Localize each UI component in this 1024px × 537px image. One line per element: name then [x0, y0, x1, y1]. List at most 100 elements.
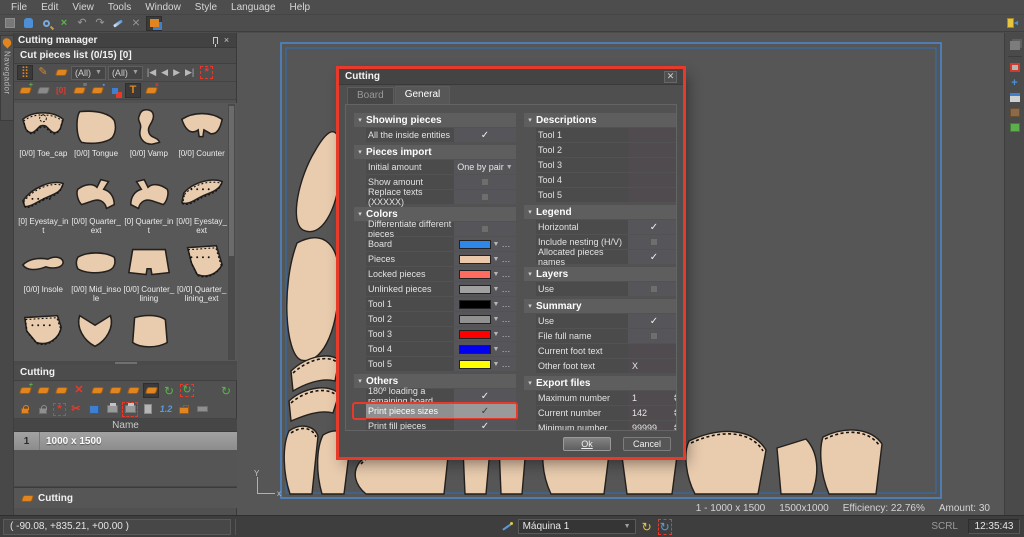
- setting-value[interactable]: 1▲▼: [628, 391, 677, 405]
- text-tool-icon[interactable]: T: [125, 83, 141, 98]
- cut-board-icon[interactable]: ✂: [68, 402, 84, 417]
- dialog-titlebar[interactable]: Cutting ✕: [339, 69, 683, 85]
- piece-nav-0[interactable]: |◀: [145, 67, 158, 78]
- board-rotate-icon[interactable]: [125, 383, 141, 398]
- lock-icon[interactable]: [17, 402, 33, 417]
- setting-value[interactable]: [454, 175, 516, 189]
- setting-value[interactable]: ▼…: [454, 327, 516, 341]
- refresh-target-icon[interactable]: ↻: [658, 519, 672, 535]
- setting-value[interactable]: ▼…: [454, 312, 516, 326]
- menu-item-language[interactable]: Language: [224, 1, 283, 14]
- redo-icon[interactable]: ↷: [92, 16, 108, 31]
- checkbox-icon[interactable]: [481, 225, 489, 233]
- rail-material-icon[interactable]: [1008, 106, 1022, 119]
- rail-move-icon[interactable]: +: [1008, 76, 1022, 89]
- piece-cell[interactable]: [123, 310, 176, 361]
- more-options-icon[interactable]: …: [501, 284, 511, 294]
- pan-hand-icon[interactable]: [20, 16, 36, 31]
- piece-cell[interactable]: [0/0] Mid_insole: [70, 242, 123, 310]
- exit-icon[interactable]: [1002, 16, 1018, 31]
- color-swatch[interactable]: [459, 360, 491, 369]
- cancel-button[interactable]: Cancel: [623, 437, 671, 451]
- setting-value[interactable]: [628, 128, 677, 142]
- spinner-value[interactable]: 142: [628, 408, 671, 418]
- report-icon[interactable]: [140, 402, 156, 417]
- dialog-close-icon[interactable]: ✕: [664, 71, 677, 83]
- piece-cell[interactable]: [0/0] Toe_cap: [17, 106, 70, 174]
- chevron-down-icon[interactable]: ▼: [493, 316, 500, 323]
- setting-row[interactable]: Tool 1: [524, 128, 677, 142]
- setting-value[interactable]: ▼…: [454, 297, 516, 311]
- setting-value[interactable]: ▼…: [454, 282, 516, 296]
- menu-item-file[interactable]: File: [4, 1, 34, 14]
- setting-value[interactable]: [628, 158, 677, 172]
- chevron-down-icon[interactable]: ▼: [493, 346, 500, 353]
- filter-dropdown-2[interactable]: (All)▼: [108, 66, 143, 80]
- setting-row[interactable]: 180º loading a remaining board✓: [354, 389, 516, 403]
- chevron-down-icon[interactable]: ▼: [493, 241, 500, 248]
- filter-dropdown-1[interactable]: (All)▼: [71, 66, 106, 80]
- setting-row[interactable]: Allocated pieces names✓: [524, 250, 677, 264]
- setting-value[interactable]: ▼…: [454, 252, 516, 266]
- setting-row[interactable]: Current number142▲▼: [524, 406, 677, 420]
- collapse-icon[interactable]: ▾: [354, 377, 366, 385]
- fill-color-icon[interactable]: [86, 402, 102, 417]
- chevron-down-icon[interactable]: ▼: [493, 301, 500, 308]
- collapse-icon[interactable]: ▾: [354, 116, 366, 124]
- group-header[interactable]: ▾Export files: [524, 376, 677, 390]
- setting-value[interactable]: [454, 222, 516, 236]
- setting-value[interactable]: ▼…: [454, 357, 516, 371]
- setting-value[interactable]: ✓: [628, 314, 677, 328]
- collapse-icon[interactable]: ▾: [524, 270, 536, 278]
- piece-cell[interactable]: [0/0] Vamp: [123, 106, 176, 174]
- color-swatch[interactable]: [459, 240, 491, 249]
- setting-row[interactable]: Print fill pieces✓: [354, 419, 516, 431]
- setting-row[interactable]: Tool 1▼…: [354, 297, 516, 311]
- chevron-down-icon[interactable]: ▼: [493, 256, 500, 263]
- group-header[interactable]: ▾Summary: [524, 299, 677, 313]
- more-options-icon[interactable]: …: [501, 359, 511, 369]
- spinner-arrows[interactable]: ▲▼: [673, 424, 677, 431]
- group-header[interactable]: ▾Legend: [524, 205, 677, 219]
- setting-row[interactable]: Locked pieces▼…: [354, 267, 516, 281]
- piece-cell[interactable]: [70, 310, 123, 361]
- color-swatch[interactable]: [459, 330, 491, 339]
- setting-value[interactable]: ▼…: [454, 267, 516, 281]
- board-recalc-icon[interactable]: ↻: [218, 383, 234, 398]
- setting-row[interactable]: Tool 3▼…: [354, 327, 516, 341]
- undo-icon[interactable]: ↶: [74, 16, 90, 31]
- setting-value[interactable]: ✓: [454, 389, 516, 403]
- setting-value[interactable]: One by pair▼: [454, 160, 516, 174]
- checkbox-icon[interactable]: [650, 285, 658, 293]
- menu-item-tools[interactable]: Tools: [101, 1, 138, 14]
- rail-grid-icon[interactable]: [1008, 61, 1022, 74]
- collapse-icon[interactable]: ▾: [354, 210, 366, 218]
- collapse-icon[interactable]: ▾: [524, 116, 536, 124]
- spinner-value[interactable]: 1: [628, 393, 671, 403]
- menu-item-style[interactable]: Style: [188, 1, 224, 14]
- piece-cell[interactable]: [17, 310, 70, 361]
- target-board-icon[interactable]: *: [53, 403, 66, 416]
- close-panel-icon[interactable]: ×: [221, 35, 232, 46]
- setting-value[interactable]: ▼…: [454, 237, 516, 251]
- checkbox-icon[interactable]: [650, 332, 658, 340]
- save-icon[interactable]: [2, 16, 18, 31]
- cutting-bottom-tab[interactable]: Cutting: [14, 487, 237, 508]
- spinner-arrows[interactable]: ▲▼: [673, 394, 677, 402]
- delete-piece-icon[interactable]: ×: [143, 83, 159, 98]
- setting-row[interactable]: Other foot textX: [524, 359, 677, 373]
- setting-row[interactable]: Board▼…: [354, 237, 516, 251]
- setting-row[interactable]: Tool 4▼…: [354, 342, 516, 356]
- piece-nav-2[interactable]: ▶: [171, 67, 182, 78]
- piece-cell[interactable]: [0/0] Tongue: [70, 106, 123, 174]
- setting-value[interactable]: [628, 173, 677, 187]
- rail-nesting-icon[interactable]: [1008, 121, 1022, 134]
- piece-cell[interactable]: [0/0] Eyestay_ext: [175, 174, 228, 242]
- color-swatch[interactable]: [459, 270, 491, 279]
- rail-layers-icon[interactable]: [1008, 39, 1022, 52]
- setting-value[interactable]: [628, 235, 677, 249]
- more-options-icon[interactable]: …: [501, 344, 511, 354]
- setting-row[interactable]: Use: [524, 282, 677, 296]
- pin-icon[interactable]: [210, 35, 221, 46]
- pencil-tool-icon[interactable]: ✎: [35, 65, 51, 80]
